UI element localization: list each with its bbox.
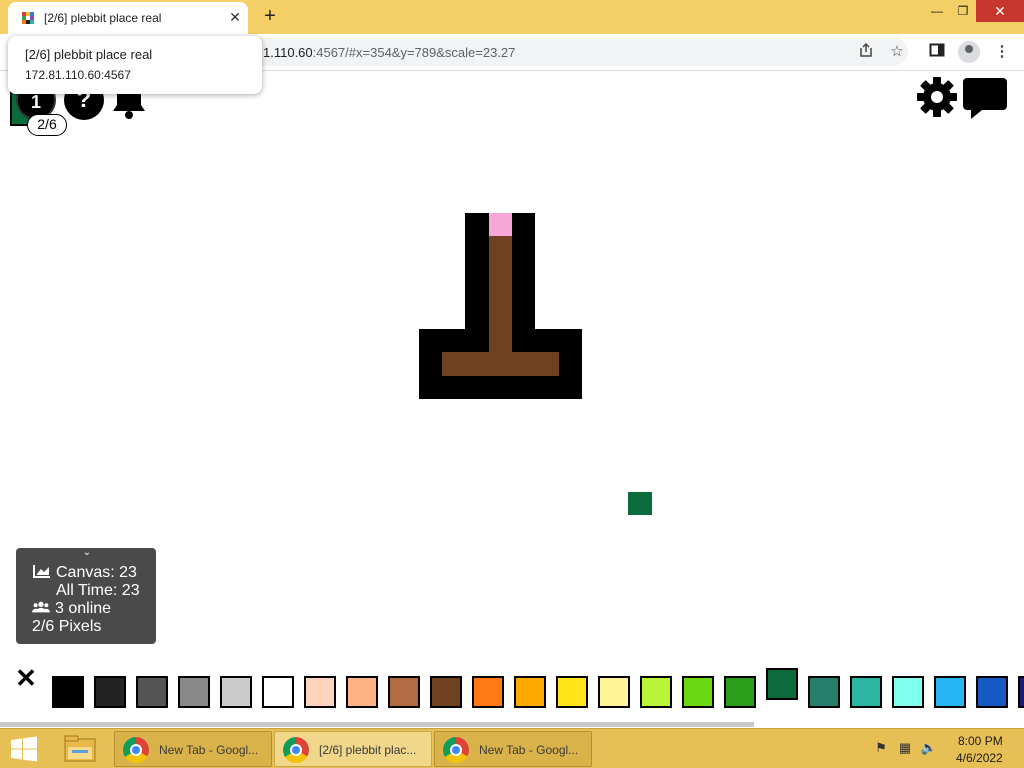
horizontal-scrollbar[interactable] [0,722,754,727]
drawing-pink-tip [489,213,512,236]
tab-title: [2/6] plebbit place real [44,11,162,25]
color-swatch[interactable] [598,676,630,708]
side-panel-icon[interactable] [927,42,947,62]
stats-panel: ⌄ Canvas: 23 All Time: 23 3 online 2/6 P… [16,548,156,644]
tooltip-title: [2/6] plebbit place real [25,47,153,62]
taskbar-window-label: New Tab - Googl... [479,743,579,757]
share-icon[interactable] [856,42,876,62]
color-swatch[interactable] [94,676,126,708]
chat-bubble-icon[interactable] [962,76,1008,120]
color-swatch[interactable] [346,676,378,708]
color-swatch[interactable] [472,676,504,708]
color-swatch[interactable] [976,676,1008,708]
menu-kebab-icon[interactable]: ⋮ [992,42,1012,62]
file-explorer-icon[interactable] [62,733,98,765]
color-swatch[interactable] [262,676,294,708]
tooltip-host: 172.81.110.60:4567 [25,68,131,82]
plebbit-favicon-icon [22,12,34,24]
color-swatch[interactable] [892,676,924,708]
windows-start-icon[interactable] [8,736,40,762]
stat-canvas: Canvas: 23 [56,564,137,581]
palette-close-icon[interactable]: ✕ [14,665,38,691]
color-swatch[interactable] [136,676,168,708]
network-icon[interactable]: ▦ [896,739,914,757]
stats-collapse-chevron-icon[interactable]: ⌄ [80,548,94,558]
color-palette-bar: ✕ [0,662,1024,728]
chrome-icon [123,737,149,763]
color-swatch[interactable] [178,676,210,708]
color-swatch[interactable] [1018,676,1024,708]
chrome-icon [443,737,469,763]
color-swatch[interactable] [514,676,546,708]
color-swatch[interactable] [556,676,588,708]
chart-area-icon [33,565,50,578]
users-icon [32,601,50,613]
taskbar-chrome-window[interactable]: New Tab - Googl... [114,731,272,767]
new-tab-button[interactable]: + [258,5,282,29]
window-close-button[interactable]: ✕ [976,0,1024,22]
url-text: 1.110.60:4567/#x=354&y=789&scale=23.27 [263,45,515,60]
placed-pixel [628,492,652,515]
window-restore-button[interactable]: ❐ [948,0,978,22]
taskbar-chrome-window[interactable]: [2/6] plebbit plac... [274,731,432,767]
color-swatch[interactable] [682,676,714,708]
stat-all-time: All Time: 23 [56,582,140,599]
clock-date[interactable]: 4/6/2022 [956,751,1003,765]
volume-muted-icon[interactable]: 🔈 [920,739,938,757]
color-swatch[interactable] [52,676,84,708]
stat-online: 3 online [55,600,112,617]
color-swatch[interactable] [724,676,756,708]
color-swatch[interactable] [808,676,840,708]
color-swatch[interactable] [640,676,672,708]
clock-time[interactable]: 8:00 PM [958,734,1003,748]
color-swatch[interactable] [850,676,882,708]
taskbar-window-label: New Tab - Googl... [159,743,259,757]
browser-title-bar: [2/6] plebbit place real ✕ + — ❐ ✕ [0,0,1024,34]
chrome-icon [283,737,309,763]
pixel-count-badge: 2/6 [27,114,67,136]
color-swatch[interactable] [388,676,420,708]
system-tray: ⚑ ▦ 🔈 [870,739,950,759]
color-swatch[interactable] [934,676,966,708]
color-swatch[interactable] [304,676,336,708]
color-swatch[interactable] [766,668,798,700]
color-swatch[interactable] [430,676,462,708]
color-swatch[interactable] [220,676,252,708]
url-path: :4567/#x=354&y=789&scale=23.27 [312,45,516,60]
stat-online-row: 3 online [32,600,111,618]
tab-close-icon[interactable]: ✕ [226,8,244,26]
tab-active[interactable]: [2/6] plebbit place real ✕ [8,2,248,34]
url-host: 1.110.60 [263,45,313,60]
taskbar-chrome-window[interactable]: New Tab - Googl... [434,731,592,767]
taskbar-window-label: [2/6] plebbit plac... [319,743,417,757]
stat-canvas-row: Canvas: 23 [33,564,137,582]
stat-pixels: 2/6 Pixels [32,618,102,635]
settings-gear-icon[interactable] [916,76,958,118]
plebbit-place-page: 1 ? 2/6 ⌄ Canvas: 23 All Time: 23 3 onli… [0,72,1024,728]
tab-hover-tooltip: [2/6] plebbit place real 172.81.110.60:4… [8,36,262,94]
windows-taskbar: New Tab - Googl... [2/6] plebbit plac... N… [0,728,1024,768]
bookmark-star-icon[interactable]: ☆ [887,42,907,62]
profile-icon[interactable] [958,41,980,63]
drawing-wood-base [442,352,559,376]
action-center-flag-icon[interactable]: ⚑ [872,739,890,757]
